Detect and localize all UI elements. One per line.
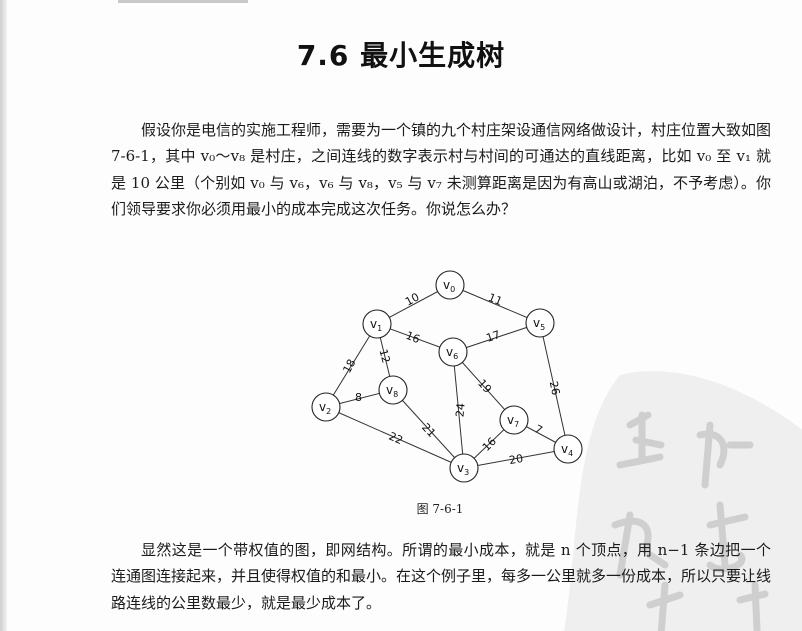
weight-v1-v6: 16 [404, 329, 422, 346]
weight-v0-v5: 11 [486, 291, 504, 308]
vertex-v8: v8 [378, 375, 408, 405]
weight-v1-v8: 12 [376, 348, 392, 365]
weight-v6-v3: 24 [453, 403, 467, 418]
weight-v3-v4: 20 [508, 452, 524, 467]
weight-v5-v6: 17 [484, 328, 501, 345]
graph-vertices: v0 v1 v2 v3 v4 v5 v6 v7 v8 [311, 270, 583, 483]
weight-v1-v2: 18 [340, 357, 358, 375]
vertex-v6: v6 [438, 337, 468, 367]
vertex-v5: v5 [525, 308, 555, 338]
weight-v0-v1: 10 [403, 290, 421, 308]
weight-v2-v3: 22 [387, 430, 405, 448]
book-page: 7.6 最小生成树 假设你是电信的实施工程师，需要为一个镇的九个村庄架设通信网络… [0, 0, 802, 631]
weight-v2-v8: 8 [355, 391, 362, 404]
vertex-v1: v1 [362, 309, 392, 339]
vertex-v7: v7 [499, 405, 529, 435]
vertex-v0: v0 [435, 270, 465, 300]
vertex-v4: v4 [553, 434, 583, 464]
explanation-paragraph: 显然这是一个带权值的图，即网结构。所谓的最小成本，就是 n 个顶点，用 n−1 … [111, 541, 772, 612]
figure-caption: 图 7-6-1 [416, 502, 464, 516]
weight-v5-v4: 26 [547, 380, 563, 396]
vertex-v2: v2 [311, 392, 341, 422]
vertex-v3: v3 [449, 453, 479, 483]
